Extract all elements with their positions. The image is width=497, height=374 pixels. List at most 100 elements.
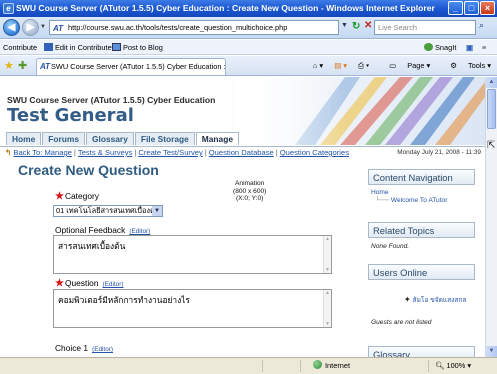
breadcrumb-tests-surveys[interactable]: Tests & Surveys — [78, 148, 132, 157]
site-favicon-icon: AT — [53, 24, 64, 33]
maximize-button[interactable]: □ — [464, 1, 479, 15]
course-title[interactable]: Test General — [7, 105, 134, 126]
favorites-star-icon[interactable]: ★ — [4, 59, 14, 72]
status-divider — [428, 360, 429, 372]
tab-glossary[interactable]: Glossary — [86, 132, 134, 145]
choice1-label: Choice 1 (Editor) — [55, 343, 113, 353]
links-toolbar: Contribute Edit in Contribute Post to Bl… — [0, 40, 497, 55]
optional-feedback-value: สารสนเทศเบื้องต้น — [58, 241, 126, 251]
blog-icon — [112, 43, 121, 51]
animation-size: (800 x 600) — [233, 187, 267, 195]
nav-home-link[interactable]: Home — [371, 189, 389, 196]
edit-in-contribute-button[interactable]: Edit in Contribute — [44, 40, 112, 55]
glossary-heading[interactable]: Glossary — [368, 346, 475, 357]
scroll-thumb[interactable] — [487, 89, 496, 129]
stop-icon[interactable]: ✕ — [364, 20, 372, 31]
tab-forums[interactable]: Forums — [42, 132, 85, 145]
tab-file-storage[interactable]: File Storage — [134, 132, 195, 145]
breadcrumb: ↰ Back To: Manage | Tests & Surveys | Create … — [0, 146, 485, 160]
browser-tab[interactable]: AT SWU Course Server (ATutor 1.5.5) Cybe… — [36, 58, 226, 75]
feeds-icon[interactable]: ▤ ▾ — [334, 61, 347, 70]
refresh-icon[interactable]: ↻ — [352, 21, 360, 32]
zoom-icon: 🔍︎ — [435, 361, 445, 370]
question-label-text: Question — [64, 278, 99, 288]
scroll-down-icon[interactable]: ▼ — [486, 346, 497, 357]
snagit-label: SnagIt — [435, 43, 457, 52]
online-user-link[interactable]: ส้มโอ ขจัดแสงสกล — [413, 297, 467, 304]
recent-pages-dropdown-icon[interactable]: ▼ — [40, 24, 46, 30]
zoom-level: 100% — [446, 361, 466, 370]
status-bar: Internet 🔍︎ 100% ▾ — [0, 357, 497, 374]
home-icon[interactable]: ⌂ ▾ — [313, 61, 323, 70]
snagit-capture-icon[interactable]: ▣ — [466, 40, 473, 55]
breadcrumb-question-database[interactable]: Question Database — [209, 148, 274, 157]
tab-home[interactable]: Home — [6, 132, 42, 145]
add-favorites-icon[interactable]: ✚ — [18, 59, 27, 72]
print-icon[interactable]: ⎙ ▾ — [358, 61, 369, 70]
url-input[interactable]: AT http://course.swu.ac.th/tools/tests/c… — [49, 20, 339, 35]
related-topics-heading[interactable]: Related Topics — [368, 222, 475, 238]
close-button[interactable]: × — [480, 1, 495, 15]
tools-menu[interactable]: ⚙ Tools ▾ — [441, 61, 491, 70]
command-bar: ⌂ ▾ ▤ ▾ ⎙ ▾ ▭ Page ▾ ⚙ Tools ▾ — [304, 59, 491, 73]
breadcrumb-separator: | — [275, 148, 278, 157]
search-input[interactable]: Live Search — [374, 20, 476, 35]
category-select[interactable]: 01 เทคโนโลยีสารสนเทศเบื้องต้น ▼ — [53, 205, 163, 217]
question-value: คอมพิวเตอร์มีหลักการทำงานอย่างไร — [58, 295, 190, 305]
nav-welcome-link[interactable]: Welcome To ATutor — [391, 197, 448, 204]
tab-manage[interactable]: Manage — [195, 132, 239, 145]
page-menu[interactable]: ▭ Page ▾ — [380, 61, 430, 70]
guests-note: Guests are not listed — [371, 319, 432, 326]
chevron-down-icon: ▼ — [152, 206, 162, 216]
contribute-label: Contribute — [3, 43, 38, 52]
breadcrumb-create-test-survey[interactable]: Create Test/Survey — [138, 148, 202, 157]
zone-label: Internet — [325, 361, 351, 370]
snagit-button[interactable]: SnagIt — [424, 40, 456, 55]
content-navigation-heading[interactable]: Content Navigation — [368, 169, 475, 185]
page-title: Create New Question — [18, 162, 159, 178]
scroll-up-icon[interactable]: ▲ — [486, 77, 497, 88]
url-dropdown-icon[interactable]: ▼ — [341, 22, 348, 29]
question-label: ★Question (Editor) — [55, 278, 123, 289]
category-label-text: Category — [64, 191, 99, 201]
choice1-editor-link[interactable]: (Editor) — [92, 346, 113, 353]
breadcrumb-question-categories[interactable]: Question Categories — [280, 148, 349, 157]
security-zone[interactable]: Internet — [313, 358, 350, 374]
contribute-icon — [44, 43, 53, 51]
required-marker: ★ — [55, 191, 64, 202]
optional-feedback-editor-link[interactable]: (Editor) — [129, 228, 150, 235]
web-page: SWU Course Server (ATutor 1.5.5) Cyber E… — [0, 77, 485, 357]
animation-coords: (X:0; Y:0) — [235, 195, 264, 202]
page-scrollbar[interactable]: ▲ ▼ — [485, 77, 497, 357]
post-to-blog-label: Post to Blog — [123, 43, 163, 52]
optional-feedback-textarea[interactable]: สารสนเทศเบื้องต้น — [53, 235, 332, 274]
users-online-heading[interactable]: Users Online — [368, 264, 475, 280]
textarea-scrollbar[interactable] — [323, 236, 331, 273]
snagit-menu-icon[interactable]: ≡ — [482, 40, 486, 55]
question-textarea[interactable]: คอมพิวเตอร์มีหลักการทำงานอย่างไร — [53, 289, 332, 328]
window-controls: _ □ × — [448, 1, 495, 15]
post-to-blog-button[interactable]: Post to Blog — [112, 40, 163, 55]
back-to-icon: ↰ — [5, 148, 12, 157]
search-icon[interactable]: ⌕ — [479, 20, 484, 31]
forward-arrow-icon[interactable]: ▶ — [22, 19, 39, 36]
course-banner: SWU Course Server (ATutor 1.5.5) Cyber E… — [0, 77, 485, 145]
globe-icon — [313, 360, 322, 369]
online-user: ✦ ส้มโอ ขจัดแสงสกล — [368, 296, 475, 305]
animation-label: Animation — [235, 180, 265, 187]
breadcrumb-separator: | — [204, 148, 207, 157]
required-marker: ★ — [55, 278, 64, 289]
question-editor-link[interactable]: (Editor) — [103, 281, 124, 288]
textarea-scrollbar[interactable] — [323, 290, 331, 327]
snagit-icon — [424, 43, 433, 51]
tab-bar: ★ ✚ AT SWU Course Server (ATutor 1.5.5) … — [0, 56, 497, 76]
back-arrow-icon[interactable]: ◀ — [3, 19, 20, 36]
category-selected-value: 01 เทคโนโลยีสารสนเทศเบื้องต้น — [56, 206, 160, 215]
zoom-control[interactable]: 🔍︎ 100% ▾ — [435, 358, 471, 374]
minimize-button[interactable]: _ — [448, 1, 463, 15]
window-title: SWU Course Server (ATutor 1.5.5) Cyber E… — [16, 3, 435, 13]
breadcrumb-separator: | — [134, 148, 137, 157]
choice1-label-text: Choice 1 — [55, 343, 89, 353]
page-menu-label: Page ▾ — [407, 61, 431, 70]
breadcrumb-back-to-manage[interactable]: Back To: Manage — [13, 148, 72, 157]
